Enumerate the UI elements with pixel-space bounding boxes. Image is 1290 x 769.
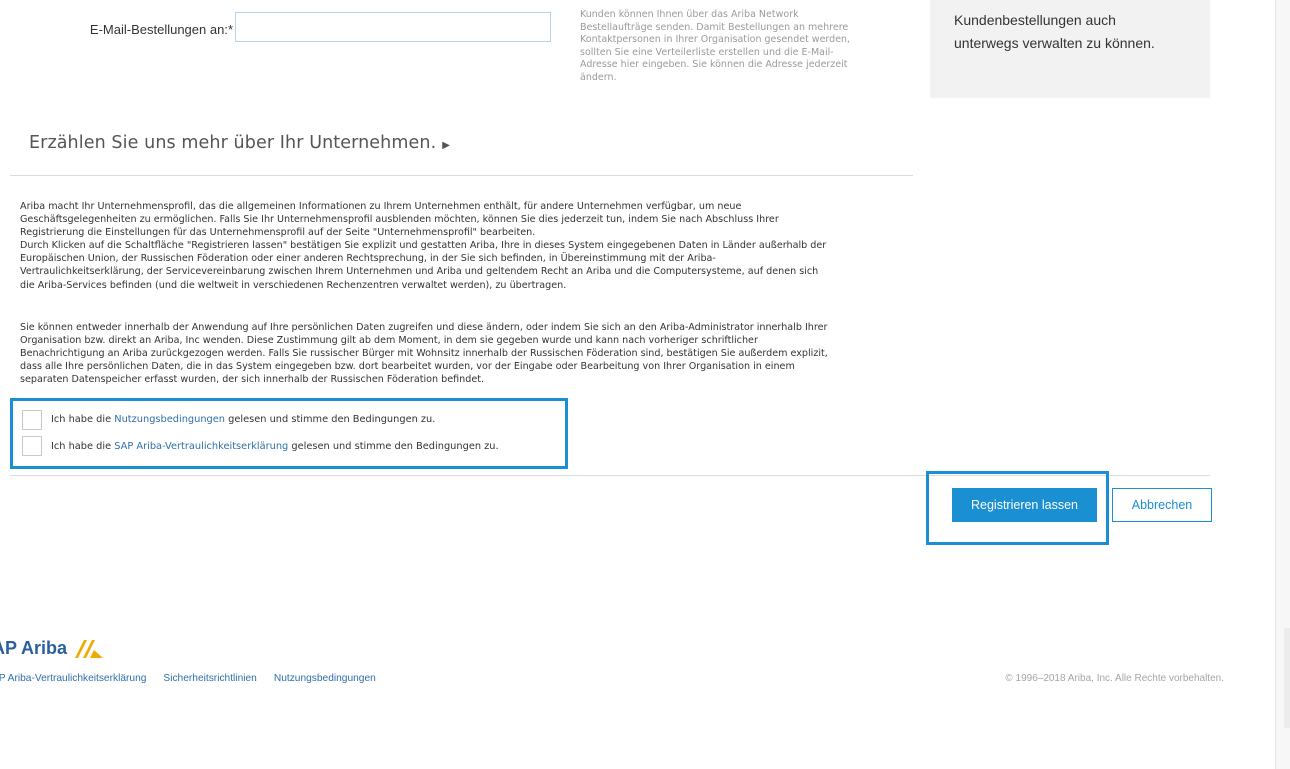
privacy-statement-link[interactable]: SAP Ariba-Vertraulichkeitserklärung — [114, 441, 288, 452]
expand-arrow-icon: ▶ — [442, 140, 451, 151]
divider — [10, 175, 913, 176]
personal-data-consent-text: Sie können entweder innerhalb der Anwend… — [20, 322, 828, 386]
terms-highlight-box — [10, 398, 568, 469]
email-orders-label: E-Mail-Bestellungen an:* — [89, 22, 233, 37]
footer-terms-link[interactable]: Nutzungsbedingungen — [274, 673, 376, 684]
section-title: Erzählen Sie uns mehr über Ihr Unternehm… — [29, 133, 437, 153]
cancel-button[interactable]: Abbrechen — [1112, 488, 1212, 522]
footer-links: AP Ariba-Vertraulichkeitserklärung Sicher… — [0, 673, 393, 684]
sap-ariba-logo: AP Ariba — [0, 637, 107, 659]
company-profile-consent-text: Ariba macht Ihr Unternehmensprofil, das … — [20, 201, 827, 291]
footer-security-link[interactable]: Sicherheitsrichtlinien — [163, 673, 256, 684]
info-side-panel-text: Kundenbestellungen auch unterwegs verwal… — [954, 12, 1155, 51]
register-button[interactable]: Registrieren lassen — [952, 488, 1097, 522]
terms-of-use-label: Ich habe die Nutzungsbedingungen gelesen… — [51, 414, 436, 425]
privacy-statement-checkbox[interactable] — [22, 436, 42, 456]
company-details-section-toggle[interactable]: Erzählen Sie uns mehr über Ihr Unternehm… — [29, 133, 450, 153]
scrollbar-segment[interactable] — [1284, 628, 1290, 728]
copyright-text: © 1996–2018 Ariba, Inc. Alle Rechte vorb… — [1005, 673, 1224, 684]
terms-of-use-checkbox[interactable] — [22, 410, 42, 430]
footer-privacy-link[interactable]: AP Ariba-Vertraulichkeitserklärung — [0, 673, 146, 684]
terms-of-use-link[interactable]: Nutzungsbedingungen — [114, 414, 225, 425]
email-orders-input[interactable] — [235, 12, 551, 42]
brand-text: AP Ariba — [0, 637, 68, 658]
email-orders-help-text: Kunden können Ihnen über das Ariba Netwo… — [580, 9, 851, 83]
privacy-statement-label: Ich habe die SAP Ariba-Vertraulichkeitse… — [51, 441, 499, 452]
ariba-logo-icon — [75, 640, 104, 658]
